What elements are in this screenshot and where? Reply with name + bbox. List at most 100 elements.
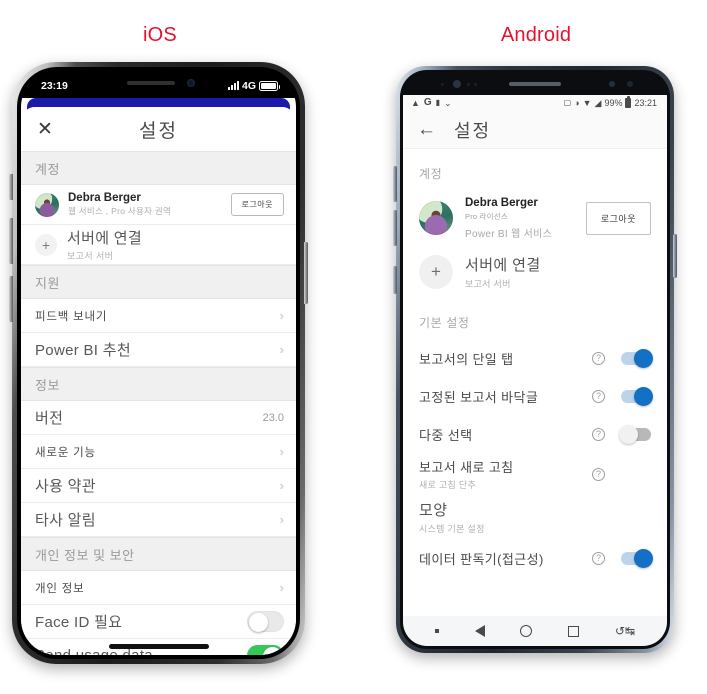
android-connect-subtitle: 보고서 서버 xyxy=(465,279,511,289)
android-account-row[interactable]: Debra Berger Pro 라이선스 Power BI 웹 서비스 로그아… xyxy=(419,190,651,246)
ios-signout-button[interactable]: 로그아웃 xyxy=(230,193,284,216)
android-connect-server-row[interactable]: + 서버에 연결 보고서 서버 xyxy=(419,246,651,298)
android-refresh-text: 보고서 새로 고침 새로 고침 단추 xyxy=(419,457,586,491)
back-arrow-icon[interactable]: ← xyxy=(417,120,436,139)
no-sim-icon: ◢ xyxy=(594,97,602,108)
ios-version-value: 23.0 xyxy=(262,411,284,424)
android-data-reader-toggle[interactable] xyxy=(621,548,653,568)
ios-bezel: 23:19 4G ✕ 설정 계정 Debra Berger 웹 서비스 , Pr… xyxy=(17,67,300,659)
android-signout-button[interactable]: 로그아웃 xyxy=(585,201,651,235)
ios-row-label: 버전 xyxy=(35,410,64,427)
battery-icon xyxy=(625,96,632,108)
android-bezel: ▲ G ▮ ⌄ ▢ ◑ ▼ ◢ 99% 23:21 ← 설정 계정 Debra … xyxy=(400,70,670,649)
ios-section-header-account: 계정 xyxy=(21,151,296,185)
warning-triangle-icon: ▲ xyxy=(411,97,420,108)
ios-row-powerbi-recommend[interactable]: Power BI 추천 › xyxy=(21,333,296,367)
android-row-multi-select[interactable]: 다중 선택 ? xyxy=(419,415,651,453)
recents-square-icon[interactable] xyxy=(568,625,580,637)
ios-row-send-feedback[interactable]: 피드백 보내기 › xyxy=(21,299,296,333)
sensor-dot-icon xyxy=(467,82,470,86)
android-fixed-footer-toggle[interactable] xyxy=(621,386,653,406)
android-connect-title: 서버에 연결 xyxy=(465,257,541,274)
ios-status-network: 4G xyxy=(241,79,256,92)
android-section-header-account: 계정 xyxy=(419,167,443,181)
help-icon[interactable]: ? xyxy=(592,389,605,403)
home-circle-icon[interactable] xyxy=(520,625,533,637)
android-row-label: 다중 선택 xyxy=(419,427,473,443)
vibrate-icon: ◑ xyxy=(574,97,580,108)
ios-row-label: 피드백 보내기 xyxy=(35,310,108,323)
plus-icon: + xyxy=(35,233,57,256)
avatar xyxy=(419,201,453,235)
ios-status-right-group: 4G xyxy=(227,79,280,92)
ios-settings-sheet: ✕ 설정 계정 Debra Berger 웹 서비스 , Pro 사용자 권역 … xyxy=(21,107,296,655)
android-row-sublabel: 시스템 기본 설정 xyxy=(419,524,485,534)
earpiece-speaker-icon xyxy=(126,81,175,85)
screenshot-icon: ▮ xyxy=(435,98,441,107)
iris-scanner-icon xyxy=(609,80,615,87)
wifi-icon: ▼ xyxy=(582,97,592,108)
back-triangle-icon[interactable] xyxy=(474,625,485,637)
ios-home-indicator[interactable] xyxy=(108,644,209,649)
android-status-left-group: ▲ G ▮ ⌄ xyxy=(411,98,452,108)
avatar xyxy=(35,192,59,217)
ios-row-label: 개인 정보 xyxy=(35,582,85,595)
help-icon[interactable]: ? xyxy=(592,427,605,441)
android-status-right-group: ▢ ◑ ▼ ◢ 99% 23:21 xyxy=(563,96,657,108)
android-row-refresh-report[interactable]: 보고서 새로 고침 새로 고침 단추 ? xyxy=(419,453,651,495)
chevron-right-icon: › xyxy=(279,308,284,323)
ios-connect-subtitle: 보고서 서버 xyxy=(67,251,114,261)
sensor-dot-icon xyxy=(474,82,477,86)
android-multi-select-toggle[interactable] xyxy=(619,424,651,444)
ios-power-button[interactable] xyxy=(304,242,308,304)
android-volume-up-button[interactable] xyxy=(393,166,397,202)
android-row-appearance[interactable]: 모양 시스템 기본 설정 ? xyxy=(419,495,651,539)
google-g-icon: G xyxy=(423,97,432,108)
android-connect-text: 서버에 연결 보고서 서버 xyxy=(465,254,651,290)
battery-icon xyxy=(259,80,280,91)
ios-account-row[interactable]: Debra Berger 웹 서비스 , Pro 사용자 권역 로그아웃 xyxy=(21,185,296,225)
help-icon[interactable]: ? xyxy=(592,467,605,481)
ios-account-subtitle: 웹 서비스 , Pro 사용자 권역 xyxy=(68,206,172,216)
ios-connect-title: 서버에 연결 xyxy=(67,230,142,247)
ios-send-usage-data-toggle[interactable] xyxy=(247,645,284,655)
android-status-time: 23:21 xyxy=(634,97,657,108)
android-navigation-bar: ↺↹ xyxy=(403,616,667,646)
download-complete-icon: ⌄ xyxy=(444,97,452,108)
ios-row-whats-new[interactable]: 새로운 기능 › xyxy=(21,435,296,469)
plus-icon: + xyxy=(419,255,453,289)
ios-row-third-party-notices[interactable]: 타사 알림 › xyxy=(21,503,296,537)
ios-row-privacy[interactable]: 개인 정보 › xyxy=(21,571,296,605)
android-row-data-reader[interactable]: 데이터 판독기(접근성) ? xyxy=(419,539,653,577)
help-icon[interactable]: ? xyxy=(592,351,605,365)
rotate-screen-icon[interactable]: ↺↹ xyxy=(615,625,635,637)
ios-volume-down-button[interactable] xyxy=(9,276,13,322)
chevron-right-icon: › xyxy=(279,478,284,493)
android-appearance-text: 모양 시스템 기본 설정 xyxy=(419,499,586,535)
ios-silent-switch[interactable] xyxy=(9,174,13,200)
android-single-tap-toggle[interactable] xyxy=(621,348,653,368)
ios-sheet-header: ✕ 설정 xyxy=(21,107,296,151)
dot-icon xyxy=(434,629,439,633)
ios-volume-up-button[interactable] xyxy=(9,218,13,264)
ios-row-terms-of-use[interactable]: 사용 약관 › xyxy=(21,469,296,503)
android-section-header-basic: 기본 설정 xyxy=(419,316,470,330)
android-row-fixed-footer[interactable]: 고정된 보고서 바닥글 ? xyxy=(419,377,653,415)
android-assistant-button[interactable] xyxy=(393,266,397,294)
ios-face-id-toggle[interactable] xyxy=(247,611,284,632)
android-row-label: 고정된 보고서 바닥글 xyxy=(419,389,539,405)
signal-bars-icon xyxy=(227,81,239,90)
ios-row-label: Face ID 필요 xyxy=(35,614,123,631)
android-power-button[interactable] xyxy=(673,234,677,278)
ios-section-header-privacy: 개인 정보 및 보안 xyxy=(21,537,296,571)
ios-section-header-info: 정보 xyxy=(21,367,296,401)
help-icon[interactable]: ? xyxy=(592,551,605,565)
android-account-text: Debra Berger Pro 라이선스 Power BI 웹 서비스 xyxy=(465,197,586,240)
android-row-single-tap-report[interactable]: 보고서의 단일 탭 ? xyxy=(419,339,653,377)
ios-row-face-id[interactable]: Face ID 필요 xyxy=(21,605,296,639)
ios-connect-server-row[interactable]: + 서버에 연결 보고서 서버 xyxy=(21,225,296,265)
nfc-icon: ▢ xyxy=(563,98,572,107)
ios-connect-text: 서버에 연결 보고서 서버 xyxy=(67,227,284,262)
android-volume-down-button[interactable] xyxy=(393,210,397,246)
comparison-stage: iOS Android 23:19 4G ✕ 설정 계정 Debra Berge… xyxy=(0,0,707,694)
